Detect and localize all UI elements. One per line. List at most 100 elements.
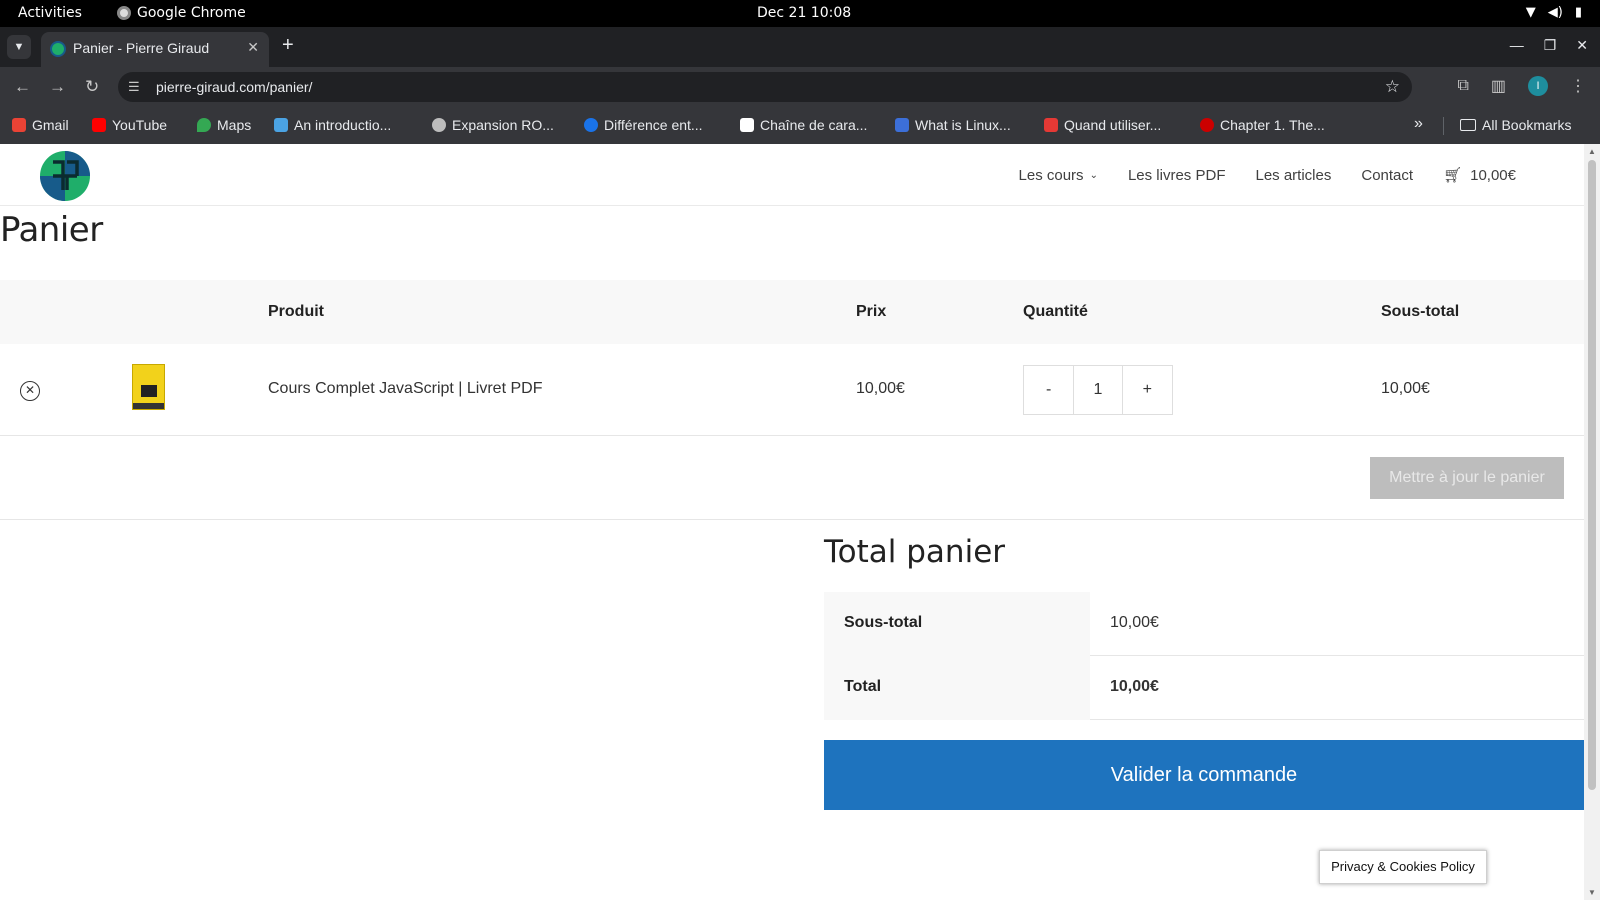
quantity-input[interactable]: 1	[1073, 366, 1123, 414]
gear-icon	[274, 118, 288, 132]
forward-icon[interactable]: →	[49, 77, 66, 97]
profile-avatar[interactable]: I	[1528, 76, 1548, 96]
site-favicon-icon	[50, 41, 66, 57]
reload-icon[interactable]: ↻	[85, 77, 99, 97]
table-row: ✕ Cours Complet JavaScript | Livret PDF …	[0, 344, 1584, 436]
nav-books[interactable]: Les livres PDF	[1128, 166, 1226, 184]
nav-courses[interactable]: Les cours ⌄	[1019, 166, 1098, 184]
site-info-icon[interactable]: ☰	[128, 79, 140, 95]
subtotal-value: 10,00€	[1110, 614, 1159, 631]
all-bookmarks-label: All Bookmarks	[1482, 117, 1572, 133]
bookmark-chaine[interactable]: Chaîne de cara...	[740, 117, 867, 133]
product-price: 10,00€	[856, 380, 905, 397]
tab-active[interactable]: Panier - Pierre Giraud ✕	[41, 32, 269, 67]
tab-search-button[interactable]: ▼	[7, 35, 31, 59]
subtotal-row: Sous-total 10,00€	[824, 592, 1584, 656]
header-price: Prix	[856, 303, 887, 320]
main-nav: Les cours ⌄ Les livres PDF Les articles C…	[1019, 166, 1516, 185]
address-bar[interactable]: ☰ pierre-giraud.com/panier/ ☆	[118, 72, 1412, 102]
totals-table: Sous-total 10,00€ Total 10,00€	[824, 592, 1584, 720]
total-label: Total	[824, 656, 1090, 720]
side-panel-icon[interactable]: ▥	[1491, 76, 1506, 96]
bookmark-quand[interactable]: Quand utiliser...	[1044, 117, 1161, 133]
bookmark-difference[interactable]: Différence ent...	[584, 117, 703, 133]
bookmark-youtube[interactable]: YouTube	[92, 117, 167, 133]
bookmark-chapter[interactable]: Chapter 1. The...	[1200, 117, 1325, 133]
product-name-link[interactable]: Cours Complet JavaScript | Livret PDF	[268, 380, 542, 398]
privacy-policy-button[interactable]: Privacy & Cookies Policy	[1319, 850, 1487, 884]
bookmark-label: Chapter 1. The...	[1220, 117, 1325, 133]
cart-actions: Mettre à jour le panier	[0, 436, 1584, 520]
bookmark-label: Gmail	[32, 117, 69, 133]
bookmark-label: Différence ent...	[604, 117, 703, 133]
window-controls: — ❐ ✕	[1510, 37, 1588, 54]
tab-title: Panier - Pierre Giraud	[73, 40, 210, 56]
minimize-icon[interactable]: —	[1510, 37, 1524, 54]
bookmark-star-icon[interactable]: ☆	[1385, 77, 1400, 97]
subtotal-label: Sous-total	[824, 592, 1090, 656]
nav-articles[interactable]: Les articles	[1255, 166, 1331, 184]
checkout-button[interactable]: Valider la commande	[824, 740, 1584, 810]
cart-table: Produit Prix Quantité Sous-total ✕ Cours…	[0, 280, 1584, 520]
gmail-icon	[12, 118, 26, 132]
bookmark-label: What is Linux...	[915, 117, 1011, 133]
bookmark-gmail[interactable]: Gmail	[12, 117, 69, 133]
bookmark-label: Expansion RO...	[452, 117, 554, 133]
youtube-icon	[92, 118, 106, 132]
site-header: Les cours ⌄ Les livres PDF Les articles C…	[0, 144, 1584, 206]
maps-icon	[197, 118, 211, 132]
quantity-stepper: - 1 +	[1023, 365, 1173, 415]
toolbar-actions: ⧉ ▥ I ⋮	[1457, 76, 1586, 96]
more-bookmarks-icon[interactable]: »	[1414, 115, 1423, 133]
update-cart-button[interactable]: Mettre à jour le panier	[1370, 457, 1564, 499]
bookmark-label: Chaîne de cara...	[760, 117, 868, 133]
bookmark-maps[interactable]: Maps	[197, 117, 251, 133]
bookmark-linux[interactable]: What is Linux...	[895, 117, 1011, 133]
header-product: Produit	[268, 303, 324, 320]
activities-button[interactable]: Activities	[18, 5, 82, 21]
qa-icon	[1044, 118, 1058, 132]
wikipedia-icon	[740, 118, 754, 132]
new-tab-button[interactable]: +	[282, 35, 294, 55]
product-thumbnail[interactable]	[132, 364, 165, 410]
site-logo[interactable]	[39, 150, 91, 202]
scroll-thumb[interactable]	[1588, 160, 1596, 790]
bookmark-introduction[interactable]: An introductio...	[274, 117, 391, 133]
close-window-icon[interactable]: ✕	[1576, 37, 1588, 54]
web-page: Les cours ⌄ Les livres PDF Les articles C…	[0, 144, 1600, 900]
all-bookmarks-button[interactable]: All Bookmarks	[1460, 117, 1571, 133]
restore-icon[interactable]: ❐	[1544, 37, 1557, 54]
scroll-down-icon[interactable]: ▼	[1588, 888, 1596, 897]
bookmark-label: YouTube	[112, 117, 168, 133]
back-icon[interactable]: ←	[14, 77, 31, 97]
extensions-icon[interactable]: ⧉	[1457, 77, 1468, 95]
scroll-up-icon[interactable]: ▲	[1588, 147, 1596, 156]
app-menu[interactable]: Google Chrome	[117, 5, 246, 21]
product-subtotal: 10,00€	[1381, 380, 1430, 397]
url-text[interactable]: pierre-giraud.com/panier/	[156, 79, 312, 95]
menu-icon[interactable]: ⋮	[1570, 76, 1586, 96]
page-scrollbar[interactable]: ▲ ▼	[1584, 144, 1600, 900]
quantity-increase-button[interactable]: +	[1123, 366, 1172, 414]
nav-cart[interactable]: 🛒︎ 10,00€	[1443, 166, 1516, 185]
nav-contact[interactable]: Contact	[1361, 166, 1413, 184]
page-title: Panier	[0, 210, 103, 250]
g-icon	[895, 118, 909, 132]
chevron-down-icon: ⌄	[1089, 169, 1098, 181]
bookmark-expansion[interactable]: Expansion RO...	[432, 117, 554, 133]
volume-icon: ◀)	[1547, 5, 1563, 20]
close-tab-icon[interactable]: ✕	[247, 39, 259, 56]
total-value: 10,00€	[1110, 678, 1159, 695]
os-top-bar: Activities Google Chrome Dec 21 10:08 ▼ …	[0, 0, 1600, 27]
nav-courses-label: Les cours	[1018, 166, 1084, 184]
close-icon: ✕	[24, 383, 36, 397]
clock[interactable]: Dec 21 10:08	[757, 5, 851, 21]
battery-icon: ▮	[1574, 5, 1582, 20]
quantity-decrease-button[interactable]: -	[1024, 366, 1073, 414]
system-tray[interactable]: ▼ ◀) ▮	[1526, 5, 1582, 20]
folder-icon	[1460, 119, 1476, 131]
remove-item-button[interactable]: ✕	[20, 381, 40, 401]
bookmark-label: An introductio...	[294, 117, 392, 133]
app-name: Google Chrome	[137, 5, 246, 21]
header-quantity: Quantité	[1023, 303, 1088, 320]
